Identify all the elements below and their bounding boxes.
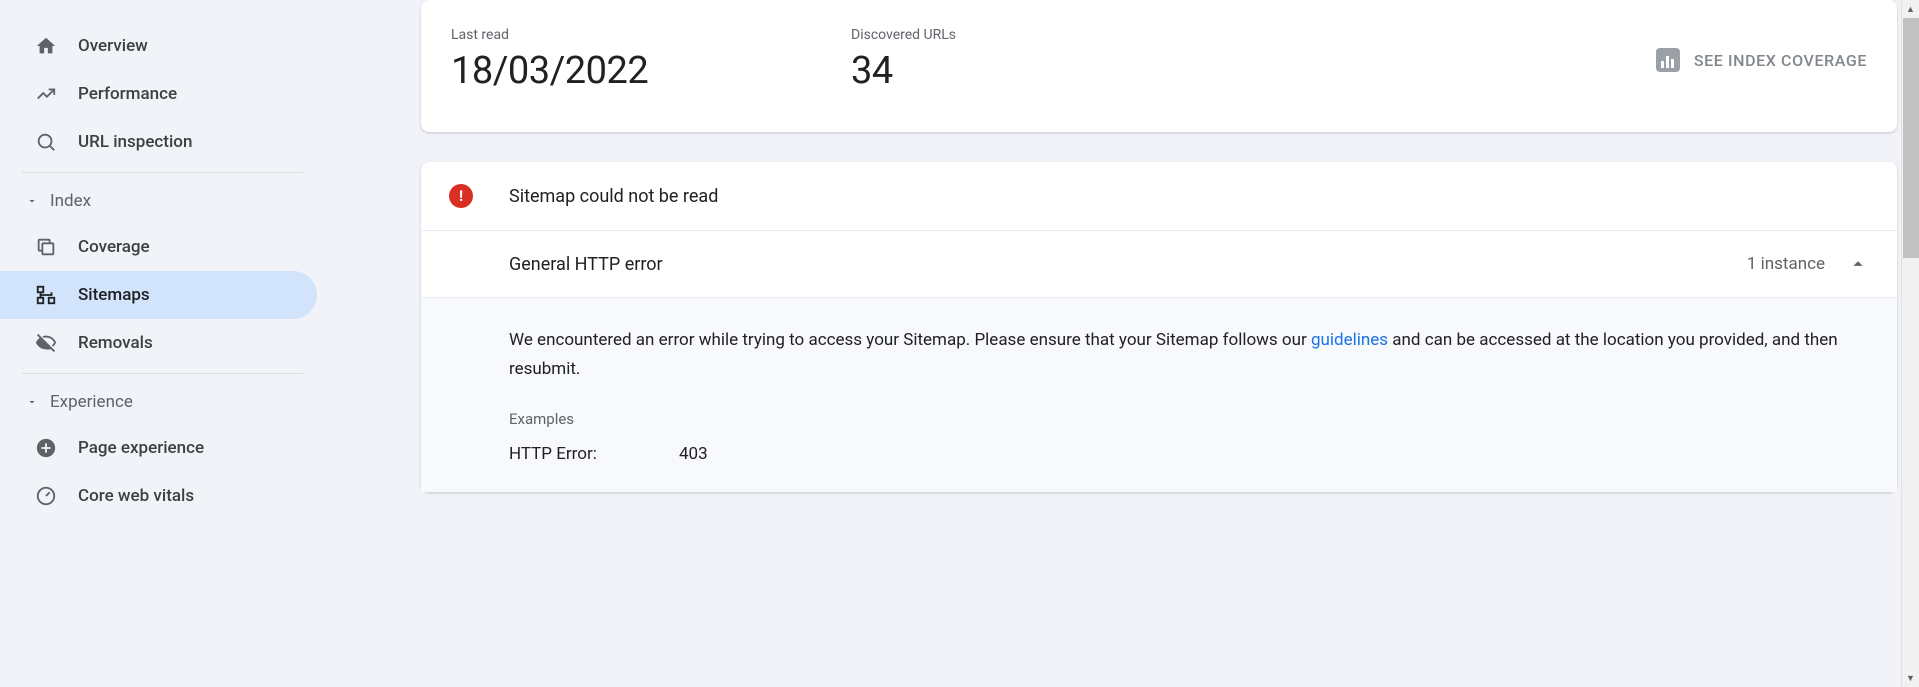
sitemap-icon bbox=[34, 283, 58, 307]
stats-card: Last read 18/03/2022 Discovered URLs 34 … bbox=[421, 0, 1897, 132]
sidebar-section-index[interactable]: Index bbox=[0, 179, 325, 223]
sidebar-item-sitemaps[interactable]: Sitemaps bbox=[0, 271, 317, 319]
chevron-up-icon bbox=[1847, 253, 1869, 275]
sidebar-item-label: Sitemaps bbox=[78, 285, 150, 305]
sidebar-section-label: Experience bbox=[50, 392, 133, 412]
sidebar-item-label: Overview bbox=[78, 36, 148, 56]
sidebar-item-url-inspection[interactable]: URL inspection bbox=[0, 118, 317, 166]
guidelines-link[interactable]: guidelines bbox=[1311, 330, 1388, 350]
copy-icon bbox=[34, 235, 58, 259]
scrollbar-thumb[interactable] bbox=[1903, 18, 1919, 258]
speedometer-icon bbox=[34, 484, 58, 508]
home-icon bbox=[34, 34, 58, 58]
example-key: HTTP Error: bbox=[509, 444, 679, 464]
sidebar: Overview Performance URL inspection Inde… bbox=[0, 0, 325, 687]
sidebar-item-core-web-vitals[interactable]: Core web vitals bbox=[0, 472, 317, 520]
error-subtitle: General HTTP error bbox=[509, 254, 663, 275]
sidebar-item-removals[interactable]: Removals bbox=[0, 319, 317, 367]
main-content: Last read 18/03/2022 Discovered URLs 34 … bbox=[325, 0, 1919, 687]
chevron-down-icon bbox=[26, 195, 40, 207]
error-title: Sitemap could not be read bbox=[509, 186, 718, 207]
sidebar-section-label: Index bbox=[50, 191, 91, 211]
error-count: 1 instance bbox=[1747, 254, 1825, 274]
search-icon bbox=[34, 130, 58, 154]
sidebar-item-overview[interactable]: Overview bbox=[0, 22, 317, 70]
stat-label: Last read bbox=[451, 27, 851, 43]
stat-discovered-urls: Discovered URLs 34 bbox=[851, 27, 1251, 93]
error-desc-prefix: We encountered an error while trying to … bbox=[509, 330, 1311, 350]
sidebar-section-experience[interactable]: Experience bbox=[0, 380, 325, 424]
scroll-up-arrow-icon[interactable]: ▲ bbox=[1902, 0, 1919, 18]
error-description: We encountered an error while trying to … bbox=[509, 326, 1869, 384]
scrollbar[interactable]: ▲ ▼ bbox=[1901, 0, 1919, 687]
sidebar-item-performance[interactable]: Performance bbox=[0, 70, 317, 118]
sidebar-item-coverage[interactable]: Coverage bbox=[0, 223, 317, 271]
sidebar-item-label: Removals bbox=[78, 333, 153, 353]
see-index-coverage-link[interactable]: SEE INDEX COVERAGE bbox=[1656, 48, 1867, 72]
example-row: HTTP Error: 403 bbox=[509, 444, 1869, 464]
examples-label: Examples bbox=[509, 410, 1869, 428]
bar-chart-icon bbox=[1656, 48, 1680, 72]
visibility-off-icon bbox=[34, 331, 58, 355]
sidebar-item-label: URL inspection bbox=[78, 132, 192, 152]
sidebar-item-page-experience[interactable]: Page experience bbox=[0, 424, 317, 472]
trending-up-icon bbox=[34, 82, 58, 106]
error-card: ! Sitemap could not be read General HTTP… bbox=[421, 162, 1897, 492]
action-label: SEE INDEX COVERAGE bbox=[1694, 51, 1867, 70]
example-value: 403 bbox=[679, 444, 708, 464]
sidebar-item-label: Coverage bbox=[78, 237, 150, 257]
stat-value: 34 bbox=[851, 49, 1251, 93]
error-body: We encountered an error while trying to … bbox=[421, 298, 1897, 492]
plus-circle-icon bbox=[34, 436, 58, 460]
sidebar-item-label: Performance bbox=[78, 84, 177, 104]
divider bbox=[22, 373, 303, 374]
divider bbox=[22, 172, 303, 173]
stat-value: 18/03/2022 bbox=[451, 49, 851, 93]
sidebar-item-label: Page experience bbox=[78, 438, 204, 458]
error-subheader[interactable]: General HTTP error 1 instance bbox=[421, 231, 1897, 298]
sidebar-item-label: Core web vitals bbox=[78, 486, 194, 506]
error-header: ! Sitemap could not be read bbox=[421, 162, 1897, 231]
scroll-down-arrow-icon[interactable]: ▼ bbox=[1902, 669, 1919, 687]
stat-last-read: Last read 18/03/2022 bbox=[451, 27, 851, 93]
error-icon: ! bbox=[449, 184, 473, 208]
stat-label: Discovered URLs bbox=[851, 27, 1251, 43]
chevron-down-icon bbox=[26, 396, 40, 408]
